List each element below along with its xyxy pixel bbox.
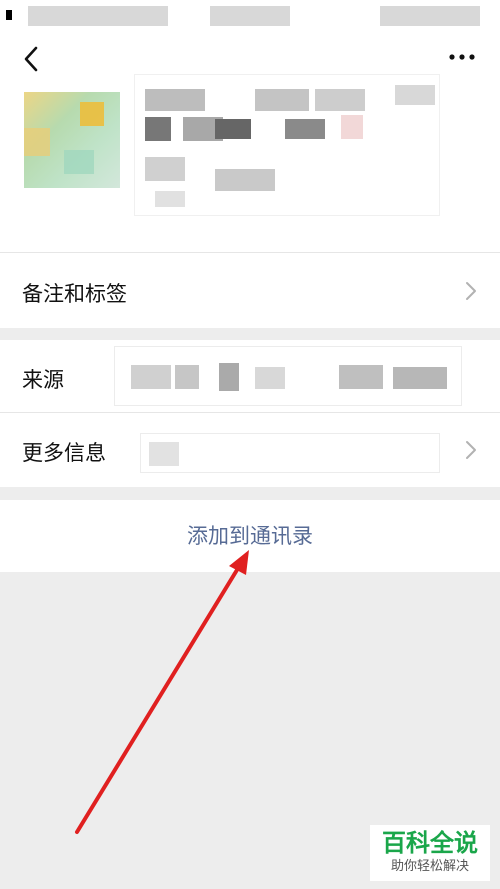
status-blur-center [210,6,290,26]
watermark-main-text: 百科全说 [382,829,478,857]
more-info-label: 更多信息 [22,441,106,465]
status-blur-left [28,6,168,26]
remarks-row[interactable]: 备注和标签 [0,254,500,328]
watermark-logo: 百科全说 助你轻松解决 [370,825,490,881]
source-value-blurred [114,346,462,406]
more-dots-icon[interactable] [448,52,476,62]
add-to-contacts-label: 添加到通讯录 [187,524,313,548]
source-row[interactable]: 来源 [0,340,500,412]
source-label: 来源 [22,368,64,392]
more-info-row[interactable]: 更多信息 [0,413,500,487]
divider [0,252,500,253]
chevron-right-icon [466,441,476,459]
status-indicator [6,10,12,20]
more-info-value-blurred [140,433,440,473]
profile-info-blurred [134,74,440,216]
chevron-right-icon [466,282,476,300]
status-bar [0,0,500,32]
remarks-label: 备注和标签 [22,282,127,306]
avatar[interactable] [24,92,120,188]
chevron-left-icon[interactable] [18,44,48,74]
add-to-contacts-button[interactable]: 添加到通讯录 [0,500,500,572]
profile-card: 备注和标签 [0,32,500,328]
status-blur-right [380,6,480,26]
watermark-sub-text: 助你轻松解决 [390,859,469,874]
